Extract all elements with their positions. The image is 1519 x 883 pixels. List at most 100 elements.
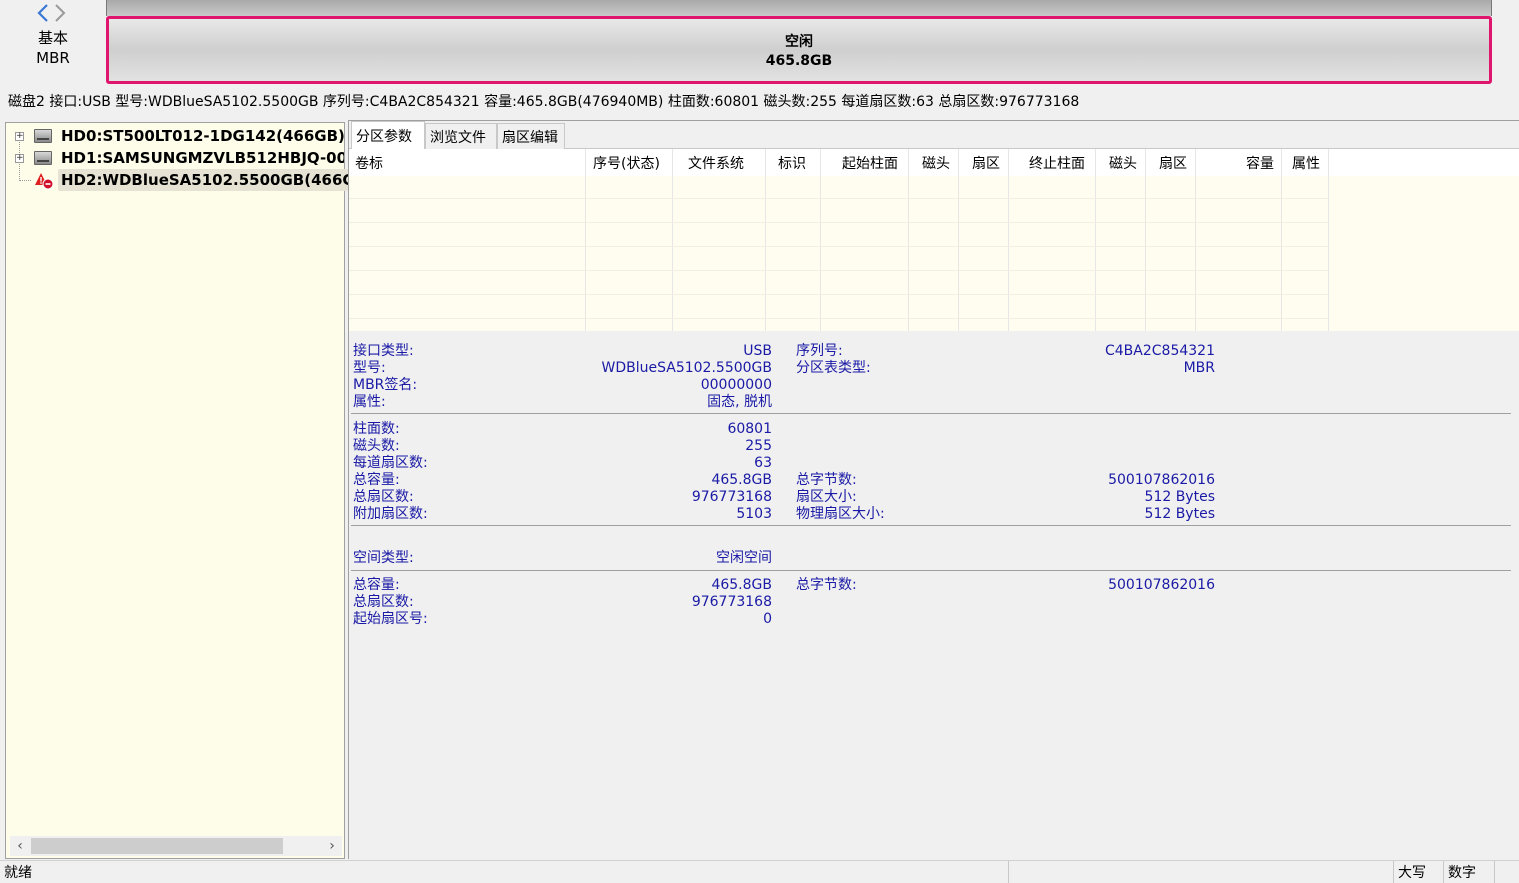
total-sectors-value: 976773168: [691, 489, 772, 505]
column-header-index[interactable]: 序号(状态): [593, 153, 660, 173]
disk-map-bar: 基本 MBR 空闲 465.8GB: [0, 0, 1519, 92]
table-column: [1146, 149, 1196, 331]
tab-browse-files[interactable]: 浏览文件: [425, 123, 497, 149]
disk-info-line: 磁盘2 接口:USB 型号:WDBlueSA5102.5500GB 序列号:C4…: [8, 94, 1080, 110]
capacity-label: 总容量:: [353, 472, 400, 488]
table-column: [1096, 149, 1146, 331]
column-header-volume[interactable]: 卷标: [355, 153, 383, 173]
app-window: 基本 MBR 空闲 465.8GB 磁盘2 接口:USB 型号:WDBlueSA…: [0, 0, 1519, 883]
serial-value: C4BA2C854321: [1105, 343, 1215, 359]
table-type-label: 分区表类型:: [796, 360, 871, 376]
disk-type-basic: 基本: [37, 29, 68, 47]
table-row-line: [349, 270, 1329, 271]
sector-size-value: 512 Bytes: [1144, 489, 1215, 505]
free-space-label: 空闲: [785, 34, 813, 50]
tab-partition-params[interactable]: 分区参数: [351, 121, 425, 150]
heads-value: 255: [745, 438, 772, 454]
capacity-value: 465.8GB: [711, 472, 772, 488]
table-row-line: [349, 246, 1329, 247]
free-total-sectors-label: 总扇区数:: [353, 594, 414, 610]
usb-disk-warning-icon: [35, 173, 54, 190]
status-num: 数字: [1443, 861, 1494, 883]
free-space-partition[interactable]: 空闲 465.8GB: [106, 16, 1492, 84]
cylinders-value: 60801: [727, 421, 772, 437]
disk-type-mbr: MBR: [36, 49, 70, 67]
interface-type-label: 接口类型:: [353, 343, 414, 359]
right-pane: 分区参数 浏览文件 扇区编辑 卷标 序号(状态) 文件系统 标识 起始柱面 磁头…: [348, 120, 1519, 860]
next-disk-icon[interactable]: [54, 4, 66, 22]
sector-size-label: 扇区大小:: [796, 489, 857, 505]
expand-icon[interactable]: +: [15, 154, 24, 163]
physical-sector-size-label: 物理扇区大小:: [796, 506, 885, 522]
table-row-line: [349, 318, 1329, 319]
disk-type: 基本 MBR: [22, 28, 84, 68]
tree-item-hd1[interactable]: + HD1:SAMSUNGMZVLB512HBJQ-000L7(477GB): [6, 147, 344, 169]
tab-sector-edit[interactable]: 扇区编辑: [497, 123, 565, 149]
table-column: [959, 149, 1009, 331]
column-header-end-sector[interactable]: 扇区: [1159, 153, 1187, 173]
hard-disk-icon: [34, 129, 52, 143]
column-header-filesystem[interactable]: 文件系统: [688, 153, 744, 173]
table-column: [1009, 149, 1096, 331]
space-type-label: 空间类型:: [353, 550, 414, 566]
expand-icon[interactable]: +: [15, 132, 24, 141]
disk-nav: [37, 4, 69, 24]
heads-label: 磁头数:: [353, 438, 400, 454]
start-sector-value: 0: [763, 611, 772, 627]
mbr-signature-label: MBR签名:: [353, 377, 418, 393]
attribute-value: 固态, 脱机: [707, 394, 772, 410]
serial-label: 序列号:: [796, 343, 843, 359]
cylinders-label: 柱面数:: [353, 421, 400, 437]
free-capacity-value: 465.8GB: [711, 577, 772, 593]
column-header-attribute[interactable]: 属性: [1292, 153, 1320, 173]
table-column: [1196, 149, 1282, 331]
status-cell: [1494, 861, 1519, 883]
column-header-end-head[interactable]: 磁头: [1109, 153, 1137, 173]
column-header-end-cylinder[interactable]: 终止柱面: [1029, 153, 1085, 173]
status-caps: 大写: [1393, 861, 1443, 883]
table-row-line: [349, 294, 1329, 295]
total-bytes-value: 500107862016: [1108, 472, 1215, 488]
tree-item-label: HD2:WDBlueSA5102.5500GB(466GB): [58, 169, 376, 191]
column-header-capacity[interactable]: 容量: [1246, 153, 1274, 173]
tree-line: [19, 180, 31, 181]
sectors-per-track-value: 63: [754, 455, 772, 471]
tree-item-label: HD0:ST500LT012-1DG142(466GB): [61, 127, 345, 145]
table-row-line: [349, 222, 1329, 223]
free-capacity-label: 总容量:: [353, 577, 400, 593]
status-ready: 就绪: [4, 865, 32, 881]
table-row-line: [349, 198, 1329, 199]
scroll-right-icon[interactable]: ›: [324, 837, 340, 855]
table-column: [821, 149, 909, 331]
free-total-bytes-value: 500107862016: [1108, 577, 1215, 593]
column-header-start-head[interactable]: 磁头: [922, 153, 950, 173]
attribute-label: 属性:: [353, 394, 386, 410]
free-total-bytes-label: 总字节数:: [796, 577, 857, 593]
tab-bar: 分区参数 浏览文件 扇区编辑: [349, 121, 1519, 150]
column-header-start-sector[interactable]: 扇区: [972, 153, 1000, 173]
total-bytes-label: 总字节数:: [796, 472, 857, 488]
extra-sectors-value: 5103: [736, 506, 772, 522]
physical-sector-size-value: 512 Bytes: [1144, 506, 1215, 522]
tree-horizontal-scrollbar[interactable]: ‹ ›: [10, 836, 342, 856]
model-value: WDBlueSA5102.5500GB: [601, 360, 773, 376]
status-cell: [1008, 861, 1393, 883]
column-header-id[interactable]: 标识: [778, 153, 806, 173]
prev-disk-icon[interactable]: [37, 4, 49, 22]
disk-details-panel: 接口类型: USB 序列号: C4BA2C854321 型号: WDBlueSA…: [349, 331, 1519, 860]
disk-tree: + HD0:ST500LT012-1DG142(466GB) + HD1:SAM…: [5, 122, 376, 859]
partition-table: 卷标 序号(状态) 文件系统 标识 起始柱面 磁头 扇区 终止柱面 磁头 扇区 …: [349, 149, 1519, 331]
scroll-left-icon[interactable]: ‹: [12, 837, 28, 855]
column-header-start-cylinder[interactable]: 起始柱面: [842, 153, 898, 173]
free-total-sectors-value: 976773168: [691, 594, 772, 610]
status-num-label: 数字: [1448, 865, 1476, 881]
table-column: [909, 149, 959, 331]
scrollbar-thumb[interactable]: [31, 838, 283, 854]
start-sector-label: 起始扇区号:: [353, 611, 428, 627]
hard-disk-icon: [34, 151, 52, 165]
table-column: [766, 149, 821, 331]
table-type-value: MBR: [1183, 360, 1215, 376]
sectors-per-track-label: 每道扇区数:: [353, 455, 428, 471]
status-caps-label: 大写: [1398, 865, 1426, 881]
divider: [351, 525, 1511, 526]
